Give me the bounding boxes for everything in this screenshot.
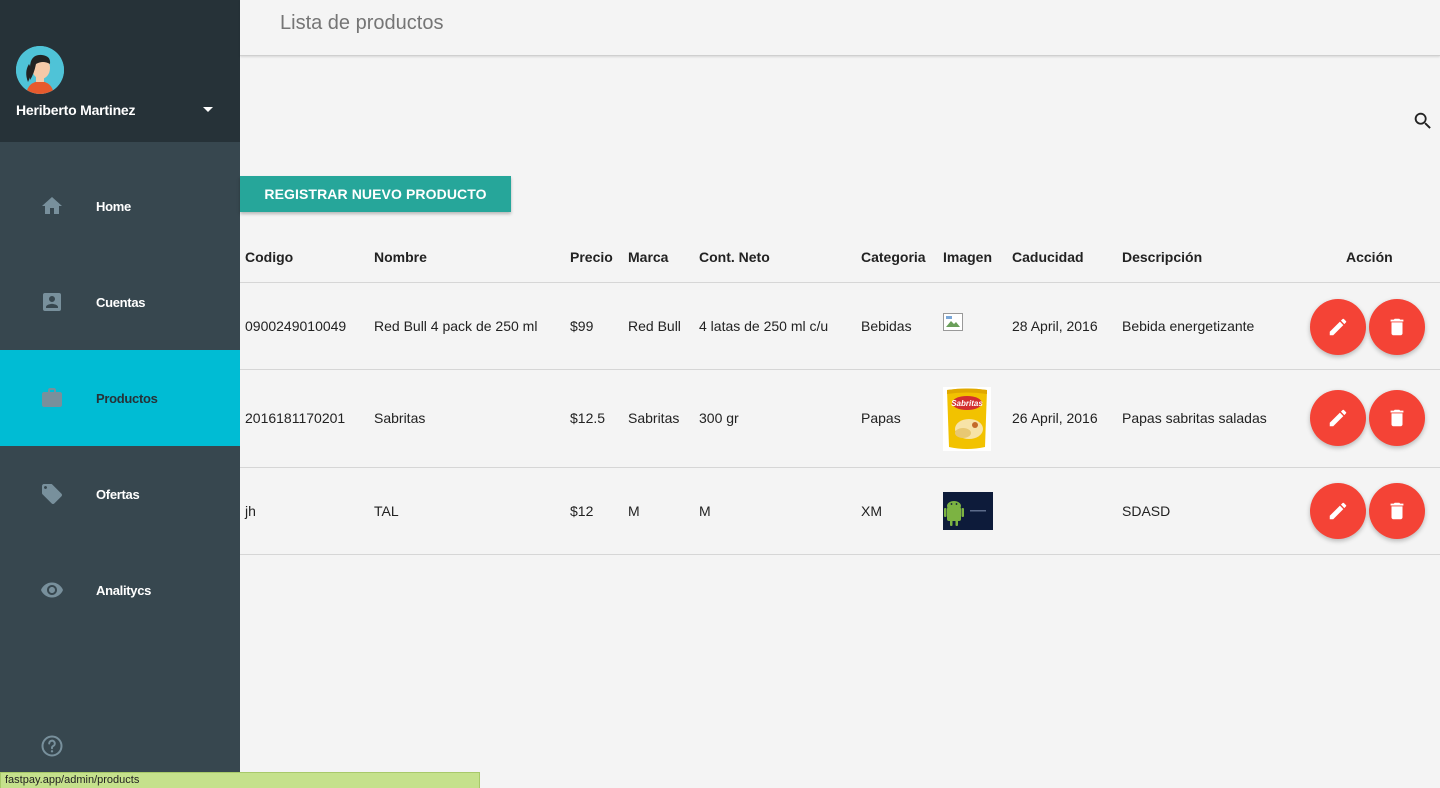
cell-categoria: Bebidas xyxy=(861,318,912,334)
trash-icon xyxy=(1390,409,1404,427)
column-header[interactable]: Cont. Neto xyxy=(699,249,770,265)
cell-cont-neto: 300 gr xyxy=(699,410,739,426)
cell-caducidad: 28 April, 2016 xyxy=(1012,318,1098,334)
cell-codigo: jh xyxy=(245,503,256,519)
sidebar-item-label: Ofertas xyxy=(96,486,140,502)
user-avatar[interactable] xyxy=(16,46,64,94)
edit-button[interactable] xyxy=(1310,390,1366,446)
delete-button[interactable] xyxy=(1369,483,1425,539)
account-box-icon xyxy=(40,290,64,314)
cell-marca: M xyxy=(628,503,640,519)
pencil-icon xyxy=(1329,409,1347,427)
sidebar-item-label: Cuentas xyxy=(96,294,146,310)
sidebar-item-cuentas[interactable]: Cuentas xyxy=(0,254,240,350)
trash-icon xyxy=(1390,318,1404,336)
chips-brand-label: Sabritas xyxy=(951,399,983,408)
android-image xyxy=(943,492,993,535)
cell-nombre: TAL xyxy=(374,503,399,519)
work-icon xyxy=(40,386,64,410)
cell-categoria: XM xyxy=(861,503,882,519)
cell-marca: Sabritas xyxy=(628,410,680,426)
register-product-button[interactable]: REGISTRAR NUEVO PRODUCTO xyxy=(240,176,511,212)
pencil-icon xyxy=(1329,502,1347,520)
search-icon[interactable] xyxy=(1410,108,1436,134)
table-header: Codigo Nombre Precio Marca Cont. Neto Ca… xyxy=(240,232,1440,283)
pencil-icon xyxy=(1329,318,1347,336)
column-header[interactable]: Marca xyxy=(628,249,668,265)
cell-descripcion: Bebida energetizante xyxy=(1122,318,1255,334)
sidebar-item-label: Home xyxy=(96,198,131,214)
table-row: jh TAL $12 M M XM SDASD xyxy=(240,468,1440,555)
cell-codigo: 2016181170201 xyxy=(245,410,346,426)
cell-caducidad: 26 April, 2016 xyxy=(1012,410,1098,426)
products-table: Codigo Nombre Precio Marca Cont. Neto Ca… xyxy=(240,232,1440,555)
sidebar-item-label: Productos xyxy=(96,390,158,406)
sidebar-item-analitycs[interactable]: Analitycs xyxy=(0,542,240,638)
cell-marca: Red Bull xyxy=(628,318,681,334)
help-icon[interactable] xyxy=(40,734,64,758)
cell-codigo: 0900249010049 xyxy=(245,318,347,334)
eye-icon xyxy=(40,578,64,602)
sidebar-item-label: Analitycs xyxy=(96,582,152,598)
cell-categoria: Papas xyxy=(861,410,901,426)
browser-status-url: fastpay.app/admin/products xyxy=(0,772,480,788)
sidebar-item-productos[interactable]: Productos xyxy=(0,350,240,446)
trash-icon xyxy=(1390,502,1404,520)
cell-descripcion: Papas sabritas saladas xyxy=(1122,410,1267,426)
tag-icon xyxy=(40,482,64,506)
cell-precio: $12.5 xyxy=(570,410,606,426)
cell-nombre: Sabritas xyxy=(374,410,426,426)
cell-cont-neto: M xyxy=(699,503,711,519)
broken-image-icon xyxy=(943,313,963,336)
edit-button[interactable] xyxy=(1310,299,1366,355)
cell-cont-neto: 4 latas de 250 ml c/u xyxy=(699,318,829,334)
user-name: Heriberto Martinez xyxy=(16,102,136,118)
cell-precio: $12 xyxy=(570,503,594,519)
top-app-bar: Lista de productos xyxy=(240,0,1440,56)
column-header[interactable]: Precio xyxy=(570,249,613,265)
delete-button[interactable] xyxy=(1369,390,1425,446)
user-menu-caret-icon[interactable] xyxy=(203,107,213,112)
cell-descripcion: SDASD xyxy=(1122,503,1171,519)
column-header[interactable]: Codigo xyxy=(245,249,293,265)
table-row: 2016181170201 Sabritas $12.5 Sabritas 30… xyxy=(240,370,1440,468)
chips-bag-image: Sabritas xyxy=(943,387,991,456)
profile-header: Heriberto Martinez xyxy=(0,0,240,142)
sidebar: Heriberto Martinez Home Cuentas Producto… xyxy=(0,0,240,788)
edit-button[interactable] xyxy=(1310,483,1366,539)
sidebar-item-home[interactable]: Home xyxy=(0,158,240,254)
column-header[interactable]: Caducidad xyxy=(1012,249,1084,265)
table-row: 0900249010049 Red Bull 4 pack de 250 ml … xyxy=(240,283,1440,370)
cell-precio: $99 xyxy=(570,318,594,334)
cell-nombre: Red Bull 4 pack de 250 ml xyxy=(374,318,538,334)
column-header: Acción xyxy=(1346,249,1393,265)
page-title: Lista de productos xyxy=(280,12,444,34)
sidebar-item-ofertas[interactable]: Ofertas xyxy=(0,446,240,542)
column-header[interactable]: Descripción xyxy=(1122,249,1202,265)
avatar-icon xyxy=(16,46,64,94)
home-icon xyxy=(40,194,64,218)
column-header[interactable]: Categoria xyxy=(861,249,926,265)
delete-button[interactable] xyxy=(1369,299,1425,355)
column-header[interactable]: Imagen xyxy=(943,249,992,265)
column-header[interactable]: Nombre xyxy=(374,249,427,265)
